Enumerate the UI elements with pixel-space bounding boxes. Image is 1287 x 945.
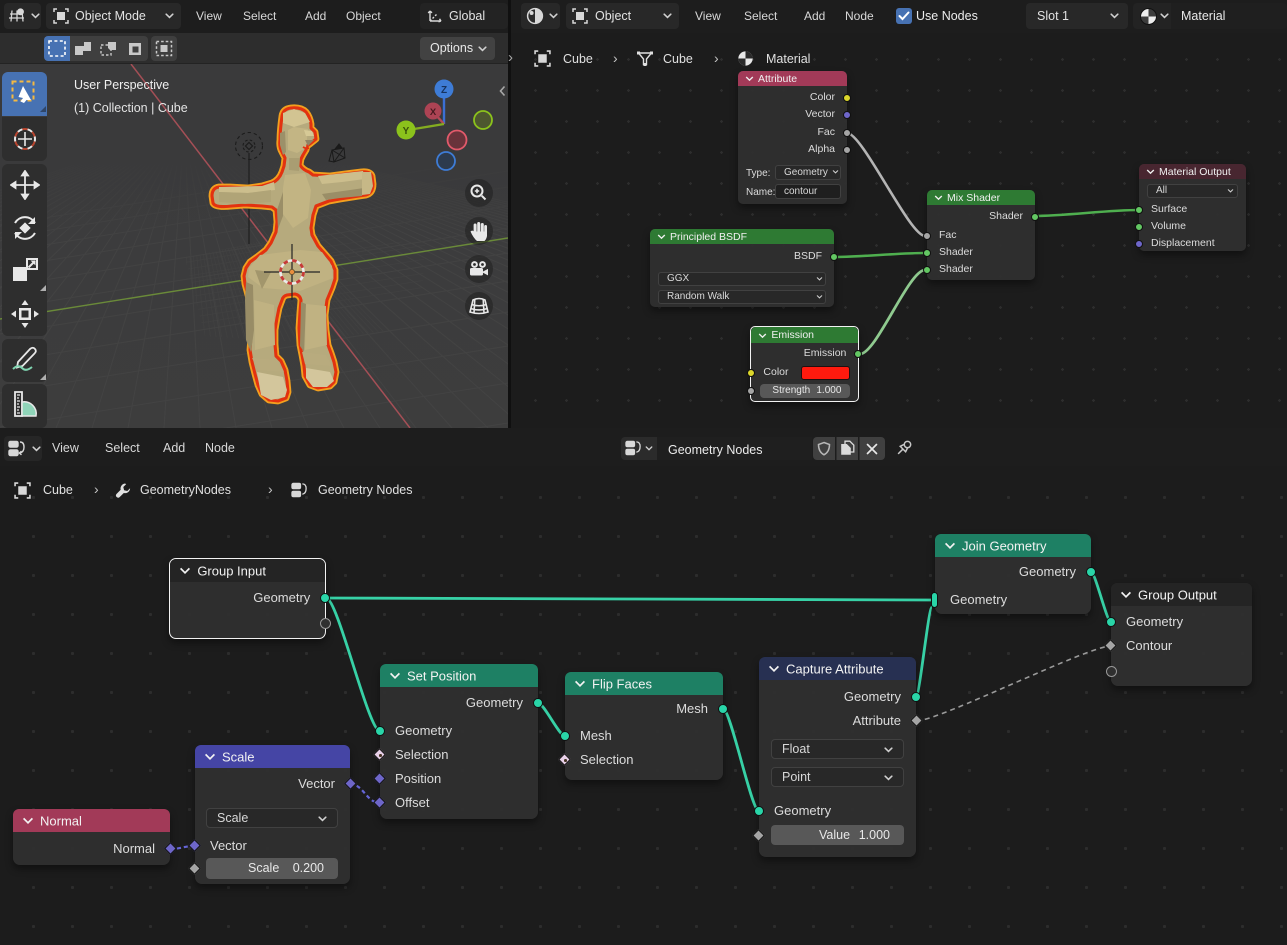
- svg-text:X: X: [430, 107, 437, 118]
- svg-text:Y: Y: [403, 126, 410, 137]
- svg-text:User Perspective: User Perspective: [74, 78, 169, 92]
- svg-text:Z: Z: [441, 85, 447, 96]
- svg-text:(1) Collection | Cube: (1) Collection | Cube: [74, 101, 188, 115]
